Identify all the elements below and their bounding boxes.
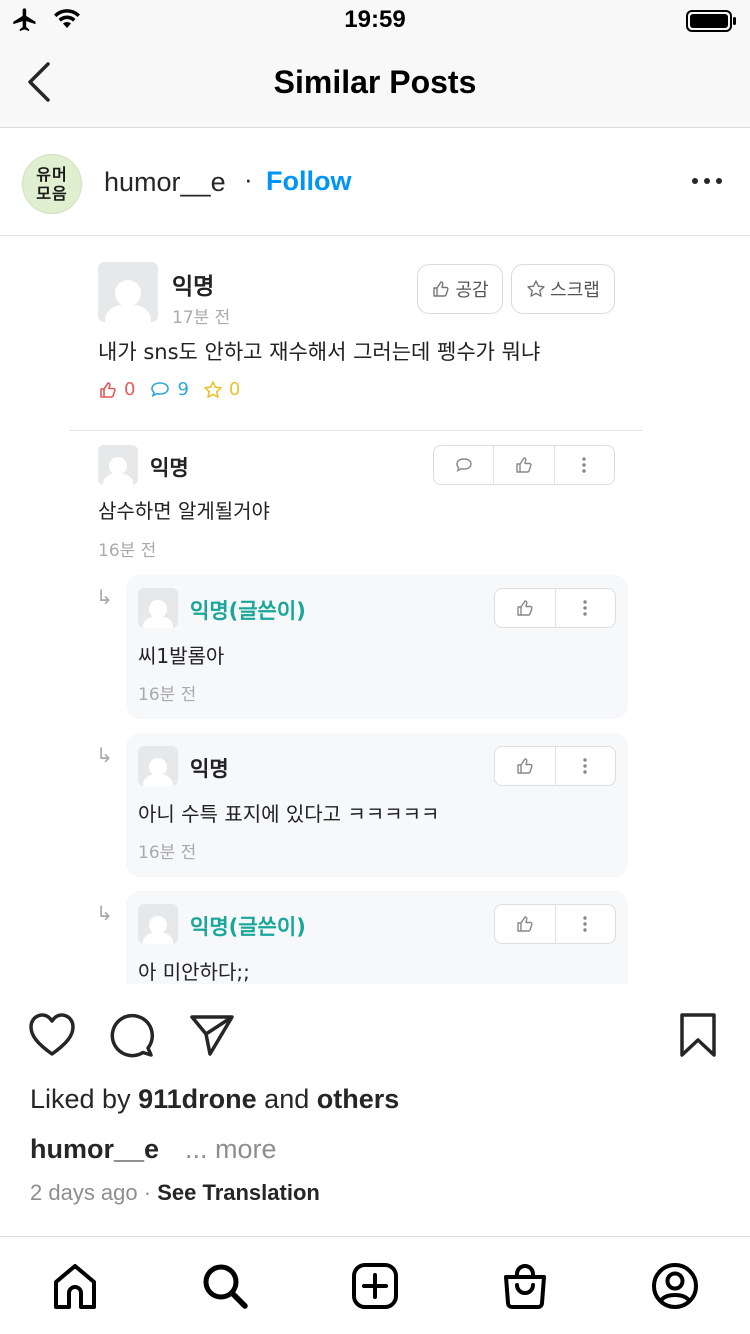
- home-icon[interactable]: [50, 1261, 100, 1311]
- main-post-time: 17분 전: [172, 308, 231, 328]
- comment-count-icon: [151, 381, 170, 397]
- post-actions: [0, 984, 750, 1084]
- comment-count: 9: [177, 379, 189, 400]
- thumb-up-icon: [495, 905, 556, 943]
- thumb-up-icon: [495, 589, 556, 627]
- thumb-up-icon: [494, 446, 555, 484]
- comment-text: 삼수하면 알게될거야: [98, 499, 270, 523]
- tab-bar: [0, 1236, 750, 1334]
- likes-conj: and: [264, 1084, 310, 1114]
- follow-button[interactable]: Follow: [266, 166, 351, 197]
- likes-user[interactable]: 911drone: [138, 1084, 257, 1114]
- caption-more[interactable]: ... more: [185, 1134, 277, 1164]
- meta-separator: ·: [143, 1180, 152, 1205]
- like-count: 0: [124, 379, 136, 400]
- reply-action-group: [494, 746, 616, 786]
- post-username[interactable]: humor__e: [104, 167, 226, 198]
- thumb-up-icon: [433, 281, 450, 297]
- empathy-button: 공감: [417, 264, 503, 314]
- reply-arrow-icon: ↳: [96, 901, 113, 925]
- reply-arrow-icon: ↳: [96, 743, 113, 767]
- avatar[interactable]: 유머 모음: [22, 154, 82, 214]
- reply-author: 익명(글쓴이): [190, 915, 306, 939]
- main-post-author: 익명: [172, 274, 215, 300]
- reply-text: 아니 수특 표지에 있다고 ㅋㅋㅋㅋㅋ: [138, 802, 440, 826]
- post-header: 유머 모음 humor__e · Follow: [0, 128, 750, 236]
- status-time: 19:59: [344, 6, 406, 33]
- more-horizontal-icon[interactable]: [692, 178, 722, 184]
- see-translation-link[interactable]: See Translation: [157, 1180, 320, 1205]
- post-time: 2 days ago: [30, 1180, 138, 1205]
- kebab-icon: [555, 446, 614, 484]
- main-post-text: 내가 sns도 안하고 재수해서 그러는데 펭수가 뭐냐: [98, 340, 541, 364]
- profile-icon[interactable]: [650, 1261, 700, 1311]
- kebab-icon: [556, 905, 616, 943]
- bookmark-icon[interactable]: [676, 1012, 720, 1058]
- scrap-count-icon: [204, 380, 222, 398]
- comment-icon[interactable]: [108, 1012, 156, 1058]
- scrap-label: 스크랩: [550, 280, 600, 301]
- reply-text: 씨1발롬아: [138, 644, 225, 668]
- reply-avatar: [138, 904, 178, 944]
- reply-author: 익명(글쓴이): [190, 599, 306, 623]
- main-post-stats: 0 9 0: [98, 379, 240, 400]
- reply-action-group: [494, 588, 616, 628]
- caption-username[interactable]: humor__e: [30, 1134, 159, 1164]
- nav-bar: Similar Posts: [0, 40, 750, 128]
- reply-text: 아 미안하다;;: [138, 960, 250, 984]
- reply-avatar: [138, 588, 178, 628]
- comment-action-group: [433, 445, 615, 485]
- reply-avatar: [138, 746, 178, 786]
- main-post-avatar: [98, 262, 158, 322]
- divider: [70, 430, 642, 431]
- kebab-icon: [556, 589, 616, 627]
- reply-arrow-icon: ↳: [96, 585, 113, 609]
- post-image[interactable]: 익명 17분 전 공감 스크랩 내가 sns도 안하고 재수해서 그러는데 펭수…: [0, 237, 750, 984]
- post-meta: 2 days ago · See Translation: [30, 1180, 320, 1206]
- comment-time: 16분 전: [98, 541, 157, 561]
- like-count-icon: [100, 381, 116, 398]
- thumb-up-icon: [495, 747, 556, 785]
- share-icon[interactable]: [188, 1012, 236, 1058]
- scrap-button: 스크랩: [511, 264, 615, 314]
- new-post-icon[interactable]: [350, 1261, 400, 1311]
- reply-action-group: [494, 904, 616, 944]
- likes-summary: Liked by 911drone and others: [30, 1084, 399, 1115]
- avatar-text-line-1: 유머: [36, 165, 68, 184]
- kebab-icon: [556, 747, 616, 785]
- reply-icon: [434, 446, 495, 484]
- comment-avatar: [98, 445, 138, 485]
- empathy-label: 공감: [455, 280, 489, 301]
- status-bar: 19:59: [0, 0, 750, 40]
- star-outline-icon: [527, 280, 545, 297]
- separator-dot: ·: [244, 164, 253, 194]
- reply-time: 16분 전: [138, 843, 197, 863]
- likes-others[interactable]: others: [317, 1084, 400, 1114]
- likes-prefix: Liked by: [30, 1084, 131, 1114]
- avatar-text-line-2: 모음: [36, 184, 68, 203]
- comment-author: 익명: [150, 456, 189, 480]
- scrap-count: 0: [228, 379, 241, 400]
- page-title: Similar Posts: [273, 64, 477, 100]
- battery-icon: [686, 10, 736, 32]
- heart-icon[interactable]: [28, 1012, 76, 1058]
- shop-icon[interactable]: [500, 1261, 550, 1311]
- reply-author: 익명: [190, 757, 229, 781]
- caption: humor__e ... more: [30, 1134, 277, 1165]
- reply-time: 16분 전: [138, 685, 197, 705]
- search-icon[interactable]: [200, 1261, 250, 1311]
